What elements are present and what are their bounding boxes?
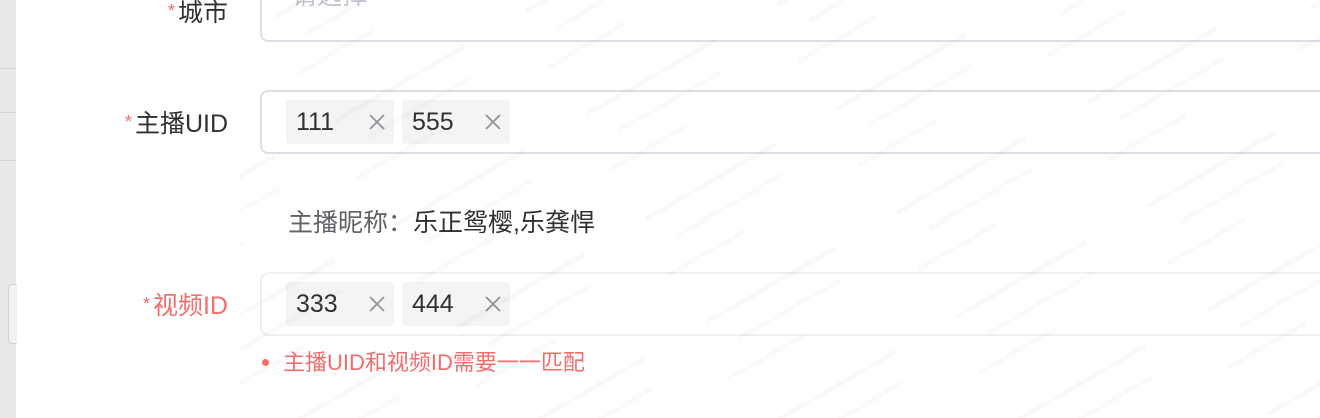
validation-error-text: 主播UID和视频ID需要一一匹配 [283,350,585,375]
video-id-tag: 333 [286,282,394,326]
anchor-uid-tag: 111 [286,100,394,144]
anchor-uid-label: * 主播UID [100,102,228,142]
anchor-nickname-label: 主播昵称： [288,209,414,237]
tag-text: 333 [296,290,338,318]
validation-error: 主播UID和视频ID需要一一匹配 [262,346,585,380]
watermark-pattern [240,0,1320,418]
close-icon[interactable] [368,113,386,131]
anchor-uid-label-text: 主播UID [134,110,228,138]
anchor-uid-tag: 555 [402,100,510,144]
gutter-divider [0,112,16,113]
tag-text: 111 [296,108,335,136]
city-label: * 城市 [150,0,228,31]
tag-text: 444 [412,290,454,318]
video-id-label: * 视频ID [120,284,228,324]
gutter-divider [0,68,16,69]
error-dot-icon [262,358,269,366]
anchor-nickname: 主播昵称：乐正鸳樱,乐龚悍 [288,206,595,240]
city-placeholder: 请选择 [292,0,367,12]
gutter-tab [8,284,17,344]
close-icon[interactable] [368,295,386,313]
close-icon[interactable] [484,295,502,313]
anchor-uid-select[interactable]: 111 555 [260,90,1320,154]
required-mark: * [167,1,175,21]
left-gutter [0,0,17,418]
gutter-divider [0,160,16,161]
anchor-nickname-value: 乐正鸳樱,乐龚悍 [413,209,595,237]
required-mark: * [142,294,150,314]
close-icon[interactable] [484,113,502,131]
required-mark: * [124,112,132,132]
video-id-select[interactable]: 333 444 [260,272,1320,336]
tag-text: 555 [412,108,454,136]
video-id-tag: 444 [402,282,510,326]
city-select[interactable]: 请选择 [260,0,1320,42]
city-label-text: 城市 [177,0,228,27]
video-id-label-text: 视频ID [152,292,228,320]
